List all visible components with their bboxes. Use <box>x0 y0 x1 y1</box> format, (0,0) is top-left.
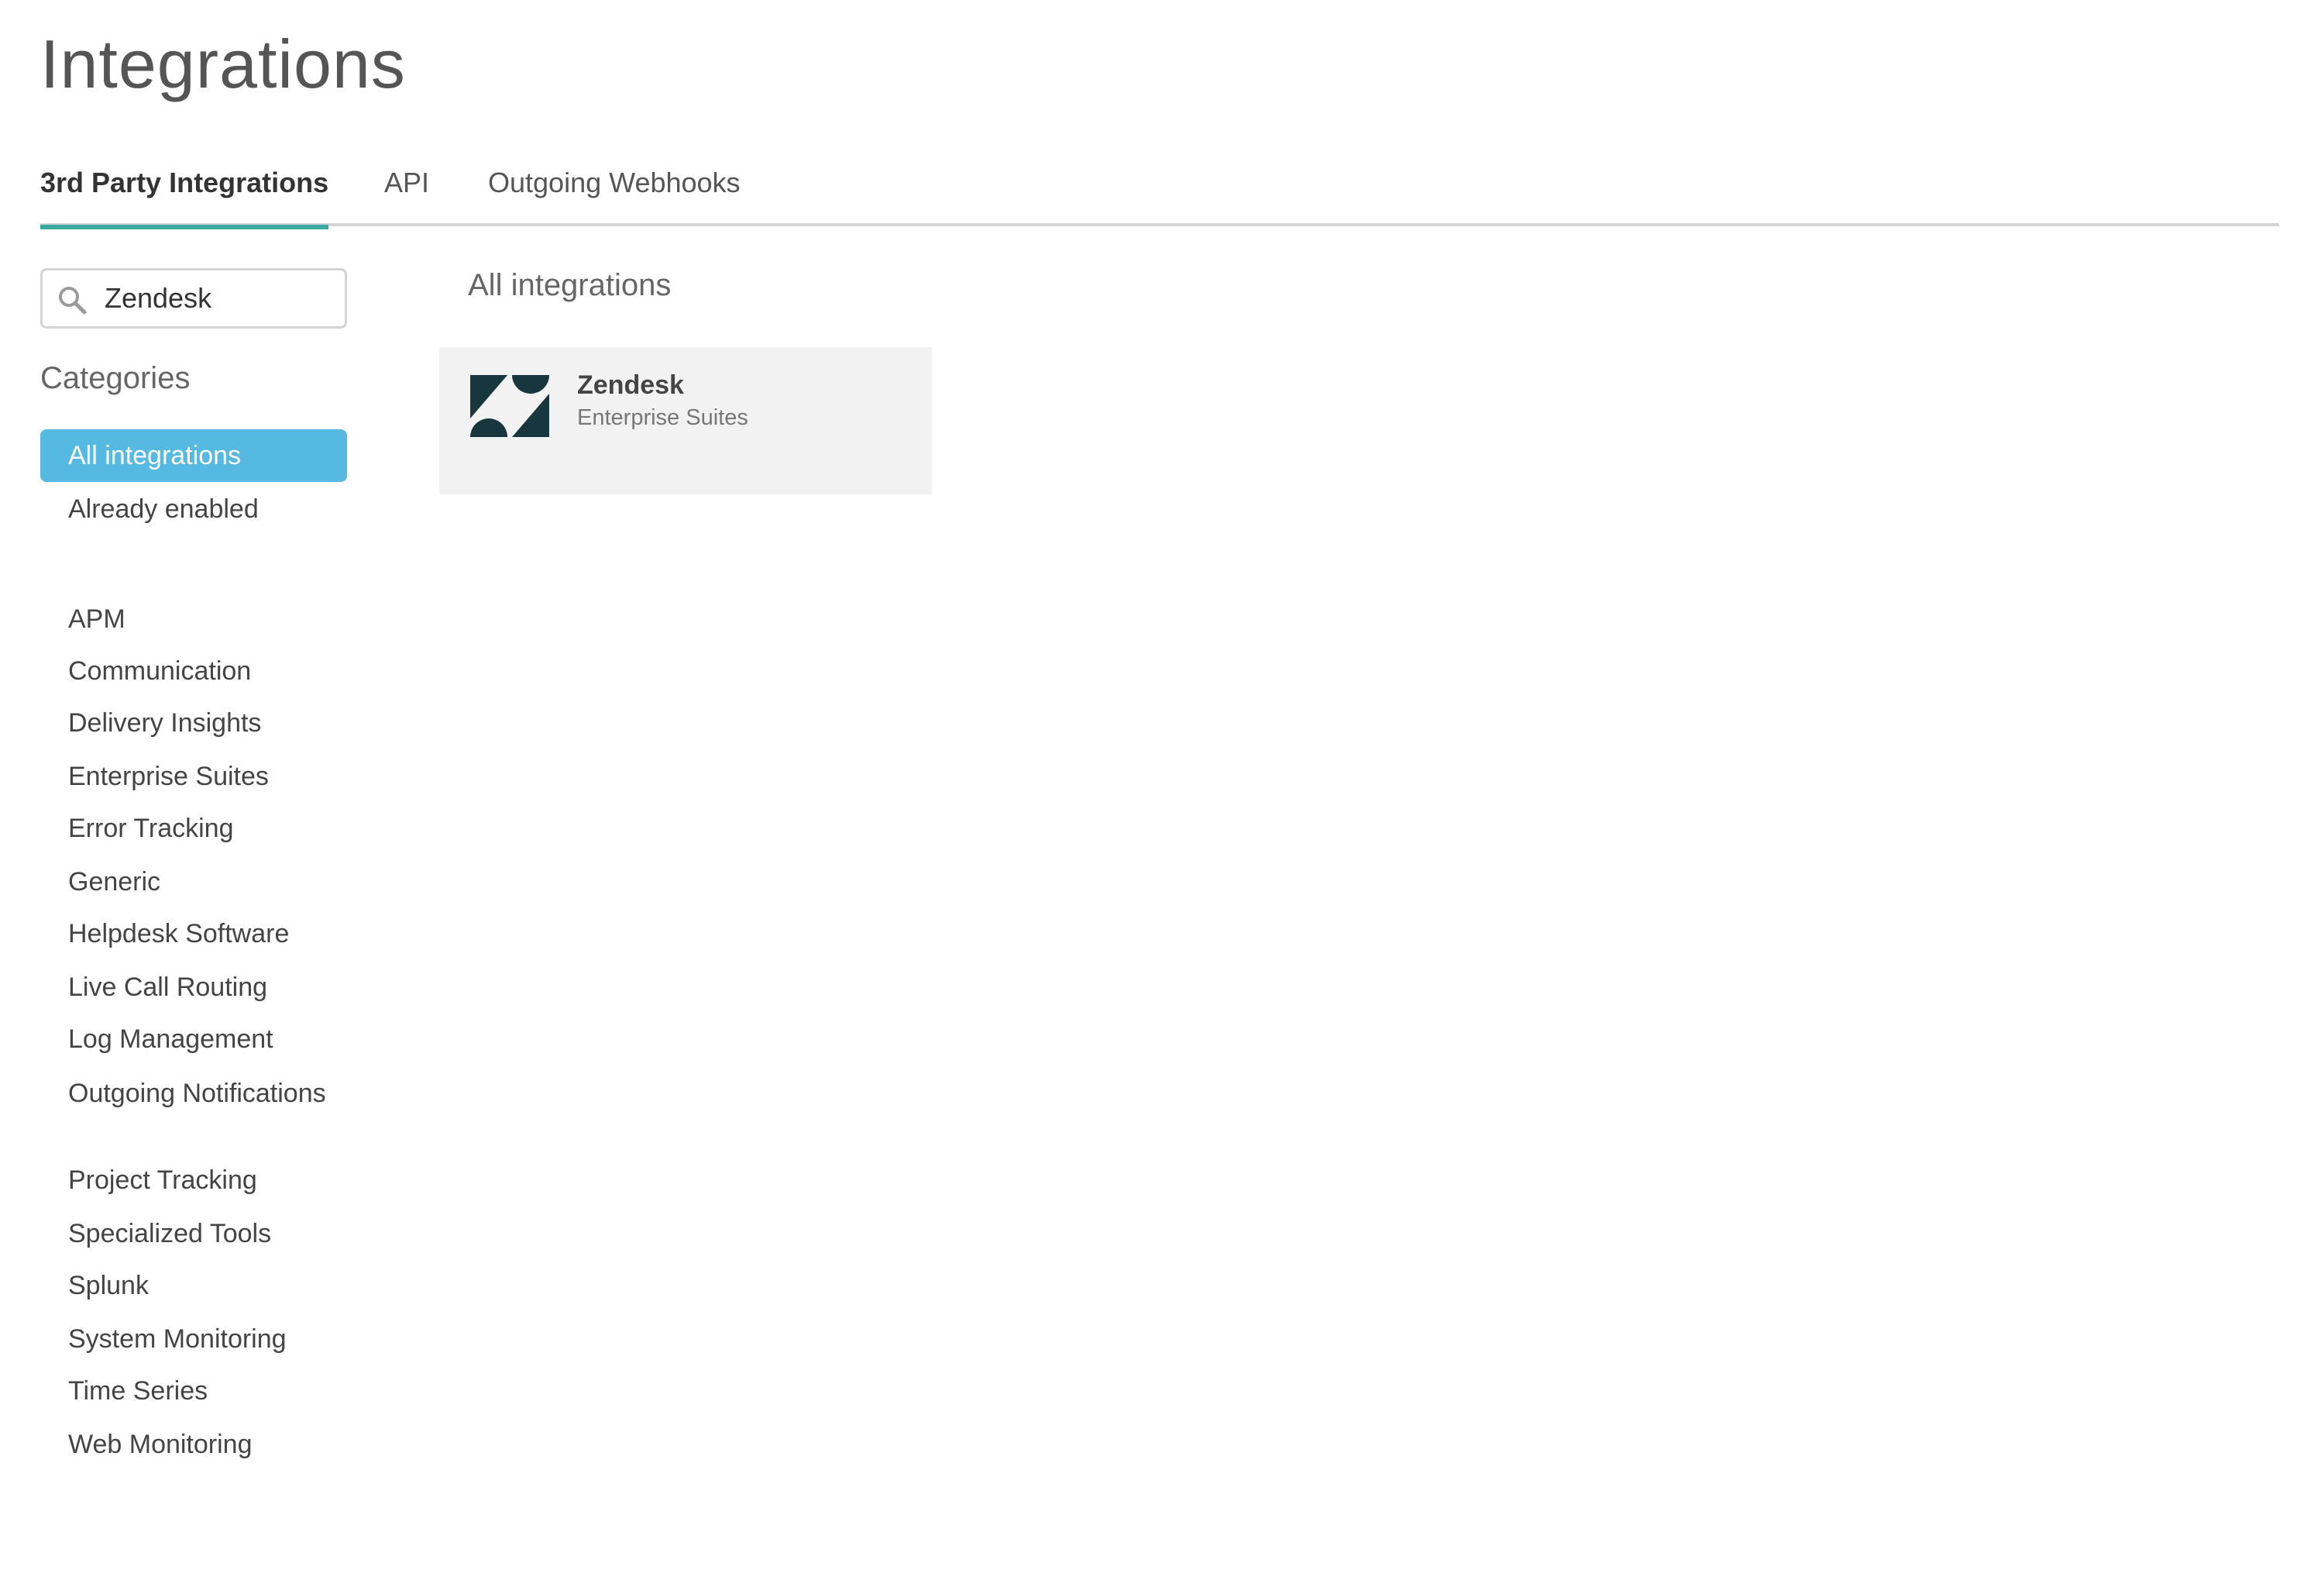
category-log-management[interactable]: Log Management <box>40 1021 347 1057</box>
category-specialized-tools[interactable]: Specialized Tools <box>40 1216 347 1251</box>
category-enterprise-suites[interactable]: Enterprise Suites <box>40 759 347 794</box>
results-heading: All integrations <box>468 268 672 302</box>
category-apm[interactable]: APM <box>40 601 347 637</box>
integration-category: Enterprise Suites <box>577 405 748 430</box>
category-generic[interactable]: Generic <box>40 864 347 900</box>
search-box[interactable] <box>40 268 347 329</box>
category-error-tracking[interactable]: Error Tracking <box>40 811 347 846</box>
category-outgoing-notifications[interactable]: Outgoing Notifications <box>40 1076 347 1111</box>
zendesk-logo-icon <box>470 375 549 437</box>
tab-bar: 3rd Party Integrations API Outgoing Webh… <box>40 155 2279 229</box>
categories-heading: Categories <box>40 361 191 395</box>
category-live-call-routing[interactable]: Live Call Routing <box>40 969 347 1005</box>
search-icon <box>59 287 87 315</box>
category-project-tracking[interactable]: Project Tracking <box>40 1162 347 1198</box>
category-delivery-insights[interactable]: Delivery Insights <box>40 705 347 741</box>
tab-api[interactable]: API <box>384 164 429 223</box>
category-system-monitoring[interactable]: System Monitoring <box>40 1321 347 1357</box>
filter-all-integrations[interactable]: All integrations <box>40 429 347 482</box>
filter-already-enabled[interactable]: Already enabled <box>40 491 347 527</box>
integration-name: Zendesk <box>577 370 684 400</box>
search-input[interactable] <box>105 277 337 320</box>
category-communication[interactable]: Communication <box>40 653 347 689</box>
integration-card-zendesk[interactable]: Zendesk Enterprise Suites <box>439 347 932 494</box>
category-helpdesk-software[interactable]: Helpdesk Software <box>40 916 347 952</box>
category-web-monitoring[interactable]: Web Monitoring <box>40 1427 347 1462</box>
tab-3rd-party-integrations[interactable]: 3rd Party Integrations <box>40 164 329 229</box>
tab-outgoing-webhooks[interactable]: Outgoing Webhooks <box>488 164 741 223</box>
category-splunk[interactable]: Splunk <box>40 1268 347 1303</box>
category-time-series[interactable]: Time Series <box>40 1373 347 1409</box>
page-title: Integrations <box>40 26 406 102</box>
